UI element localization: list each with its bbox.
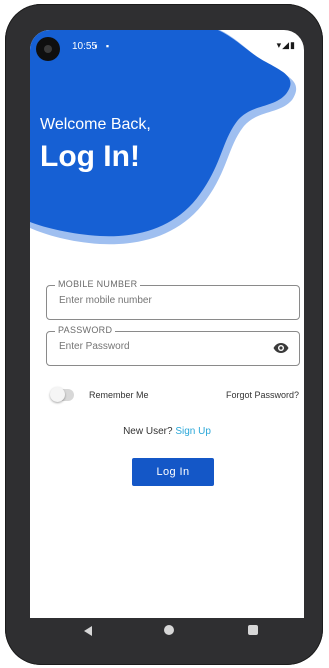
status-left-icons: ◐ ▪ (94, 41, 112, 51)
page-title: Log In! (40, 140, 140, 173)
toggle-knob (50, 387, 65, 402)
eye-icon[interactable] (273, 342, 289, 354)
new-user-text: New User? (123, 426, 173, 437)
mobile-number-input[interactable] (57, 294, 261, 307)
welcome-text: Welcome Back, (40, 116, 151, 133)
forgot-password-link[interactable]: Forgot Password? (226, 390, 299, 400)
remember-me-label: Remember Me (89, 390, 149, 400)
app-screen: 10:55 ◐ ▪ ▾◢▮ Welcome Back, Log In! MOBI… (30, 30, 304, 618)
password-input[interactable] (57, 340, 261, 353)
recent-apps-icon[interactable] (248, 625, 258, 635)
header-background (30, 30, 297, 245)
camera-cutout (36, 37, 60, 61)
home-icon[interactable] (164, 625, 174, 635)
mobile-number-field[interactable]: MOBILE NUMBER (46, 279, 300, 320)
login-button[interactable]: Log In (132, 458, 214, 486)
android-nav-bar (28, 614, 306, 652)
signup-prompt: New User? Sign Up (30, 426, 304, 437)
remember-me-toggle[interactable] (50, 387, 74, 402)
password-label: PASSWORD (55, 325, 116, 335)
sign-up-link[interactable]: Sign Up (175, 426, 211, 437)
back-icon[interactable] (84, 626, 92, 636)
password-field[interactable]: PASSWORD (46, 325, 300, 366)
status-right-icons: ▾◢▮ (276, 40, 296, 50)
mobile-number-label: MOBILE NUMBER (55, 279, 141, 289)
